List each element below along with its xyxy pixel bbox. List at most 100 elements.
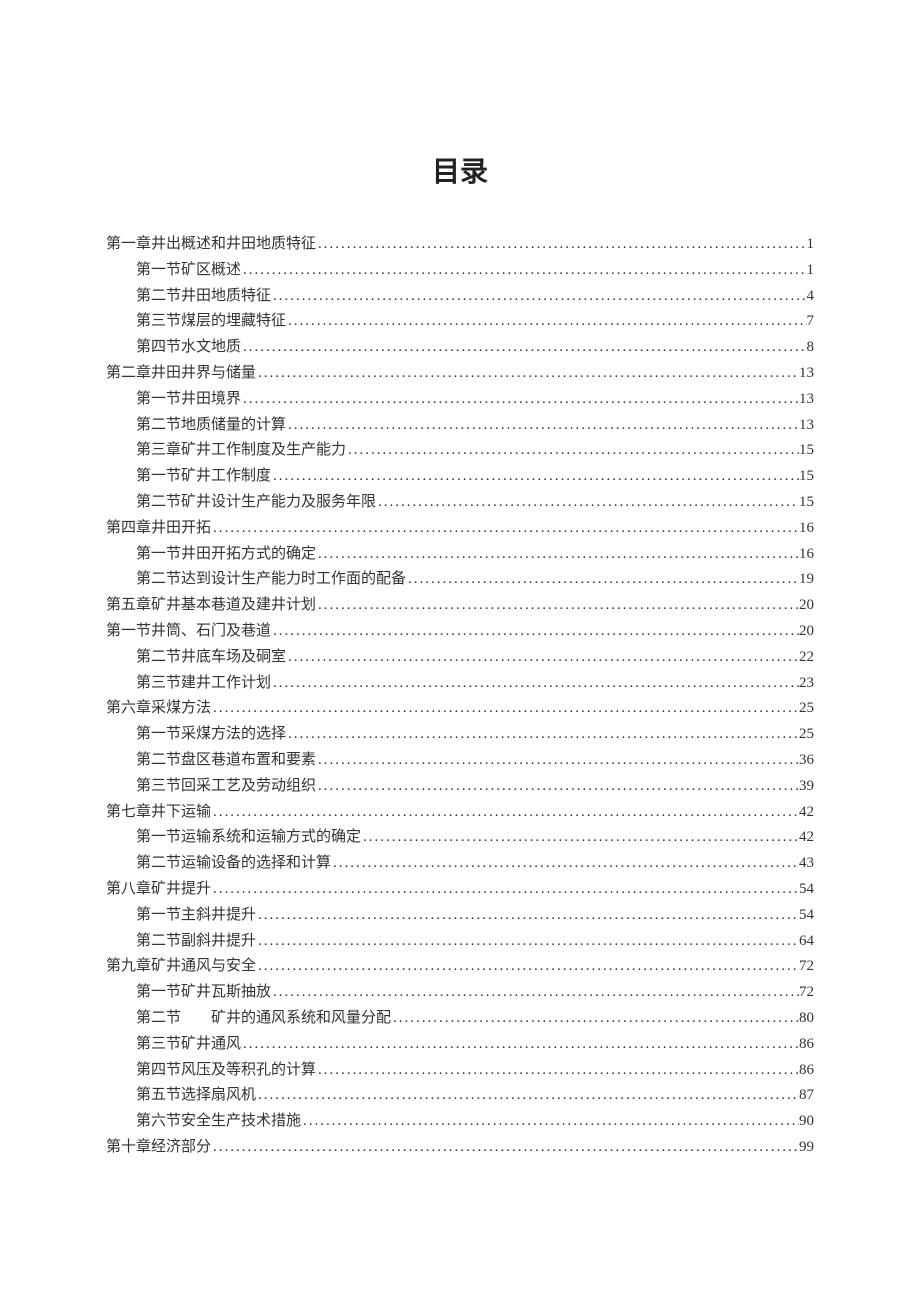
- toc-entry: 第五章矿井基本巷道及建井计划20: [106, 593, 814, 619]
- toc-entry-page: 15: [799, 438, 814, 464]
- toc-entry-page: 54: [799, 877, 814, 903]
- toc-entry: 第一节矿井工作制度15: [106, 464, 814, 490]
- toc-entry-label: 第二节运输设备的选择和计算: [136, 851, 331, 877]
- toc-entry-label: 第一节主斜井提升: [136, 903, 256, 929]
- toc-entry: 第二章井田井界与储量13: [106, 361, 814, 387]
- toc-entry-label: 第二节副斜井提升: [136, 929, 256, 955]
- toc-entry-page: 25: [799, 722, 814, 748]
- toc-entry-label: 第二节井底车场及硐室: [136, 645, 286, 671]
- toc-leader-dots: [316, 542, 799, 568]
- toc-entry-label: 第六节安全生产技术措施: [136, 1109, 301, 1135]
- toc-entry-label: 第五节选择扇风机: [136, 1083, 256, 1109]
- toc-leader-dots: [316, 232, 806, 258]
- toc-entry-page: 25: [799, 696, 814, 722]
- toc-entry-page: 54: [799, 903, 814, 929]
- toc-leader-dots: [241, 258, 806, 284]
- toc-entry-page: 1: [807, 258, 815, 284]
- toc-entry-page: 86: [799, 1058, 814, 1084]
- toc-entry: 第一节井筒、石门及巷道 20: [106, 619, 814, 645]
- toc-leader-dots: [271, 671, 799, 697]
- toc-entry-page: 42: [799, 800, 814, 826]
- toc-entry-label: 第二节矿井设计生产能力及服务年限: [136, 490, 376, 516]
- toc-entry: 第六节安全生产技术措施90: [106, 1109, 814, 1135]
- toc-entry-page: 23: [799, 671, 814, 697]
- toc-entry: 第三章矿井工作制度及生产能力 15: [106, 438, 814, 464]
- toc-entry-page: 20: [799, 619, 814, 645]
- toc-entry: 第四章井田开拓 16: [106, 516, 814, 542]
- toc-entry: 第三节建井工作计划 23: [106, 671, 814, 697]
- toc-entry: 第三节煤层的埋藏特征 7: [106, 309, 814, 335]
- toc-leader-dots: [256, 1083, 799, 1109]
- toc-entry: 第二节达到设计生产能力时工作面的配备19: [106, 567, 814, 593]
- toc-entry-label: 第三节建井工作计划: [136, 671, 271, 697]
- toc-entry-label: 第三章矿井工作制度及生产能力: [136, 438, 346, 464]
- table-of-contents: 第一章井出概述和井田地质特征1第一节矿区概述1第二节井田地质特征4第三节煤层的埋…: [106, 232, 814, 1161]
- toc-leader-dots: [316, 748, 799, 774]
- toc-entry-page: 15: [799, 490, 814, 516]
- toc-entry-label: 第一节运输系统和运输方式的确定: [136, 825, 361, 851]
- toc-entry: 第三节矿井通风 86: [106, 1032, 814, 1058]
- toc-entry-page: 7: [807, 309, 815, 335]
- toc-entry-page: 16: [799, 516, 814, 542]
- toc-entry: 第一章井出概述和井田地质特征 1: [106, 232, 814, 258]
- toc-leader-dots: [301, 1109, 799, 1135]
- toc-entry: 第四节水文地质8: [106, 335, 814, 361]
- toc-leader-dots: [406, 567, 799, 593]
- toc-entry-page: 4: [807, 284, 815, 310]
- toc-entry-page: 13: [799, 413, 814, 439]
- toc-leader-dots: [361, 825, 799, 851]
- toc-entry: 第一节井田开拓方式的确定 16: [106, 542, 814, 568]
- toc-leader-dots: [241, 335, 806, 361]
- toc-entry-label: 第二节 矿井的通风系统和风量分配: [136, 1006, 391, 1032]
- toc-entry-page: 39: [799, 774, 814, 800]
- toc-entry-label: 第十章经济部分: [106, 1135, 211, 1161]
- toc-entry-page: 1: [807, 232, 815, 258]
- toc-entry-label: 第九章矿井通风与安全: [106, 954, 256, 980]
- toc-entry-label: 第二节地质储量的计算: [136, 413, 286, 439]
- toc-entry: 第二节井田地质特征4: [106, 284, 814, 310]
- toc-leader-dots: [391, 1006, 799, 1032]
- toc-leader-dots: [271, 284, 806, 310]
- toc-leader-dots: [271, 464, 799, 490]
- toc-entry-page: 43: [799, 851, 814, 877]
- toc-entry-page: 16: [799, 542, 814, 568]
- toc-leader-dots: [211, 516, 799, 542]
- toc-entry: 第二节地质储量的计算 13: [106, 413, 814, 439]
- toc-entry-page: 86: [799, 1032, 814, 1058]
- toc-entry: 第二节运输设备的选择和计算 43: [106, 851, 814, 877]
- toc-entry: 第十章经济部分 99: [106, 1135, 814, 1161]
- toc-entry-label: 第一章井出概述和井田地质特征: [106, 232, 316, 258]
- toc-entry: 第九章矿井通风与安全 72: [106, 954, 814, 980]
- toc-entry-page: 15: [799, 464, 814, 490]
- toc-entry: 第八章矿井提升 54: [106, 877, 814, 903]
- toc-entry-page: 36: [799, 748, 814, 774]
- toc-leader-dots: [316, 593, 799, 619]
- toc-leader-dots: [211, 696, 799, 722]
- toc-entry-label: 第八章矿井提升: [106, 877, 211, 903]
- toc-leader-dots: [211, 877, 799, 903]
- toc-entry-label: 第四章井田开拓: [106, 516, 211, 542]
- toc-leader-dots: [286, 309, 806, 335]
- toc-entry-label: 第一节采煤方法的选择: [136, 722, 286, 748]
- toc-entry-label: 第二章井田井界与储量: [106, 361, 256, 387]
- toc-leader-dots: [331, 851, 799, 877]
- toc-entry: 第一节运输系统和运输方式的确定42: [106, 825, 814, 851]
- toc-entry-page: 72: [799, 980, 814, 1006]
- toc-entry-label: 第六章采煤方法: [106, 696, 211, 722]
- toc-entry-page: 80: [799, 1006, 814, 1032]
- toc-entry: 第二节盘区巷道布置和要素36: [106, 748, 814, 774]
- toc-entry-page: 64: [799, 929, 814, 955]
- toc-entry-label: 第一节矿井瓦斯抽放: [136, 980, 271, 1006]
- toc-entry-label: 第一节井田境界: [136, 387, 241, 413]
- toc-entry-page: 72: [799, 954, 814, 980]
- toc-entry-label: 第三节煤层的埋藏特征: [136, 309, 286, 335]
- toc-entry: 第二节副斜井提升 64: [106, 929, 814, 955]
- toc-leader-dots: [211, 800, 799, 826]
- toc-entry: 第一节采煤方法的选择 25: [106, 722, 814, 748]
- toc-entry: 第一节矿井瓦斯抽放 72: [106, 980, 814, 1006]
- toc-entry-label: 第一节井田开拓方式的确定: [136, 542, 316, 568]
- toc-entry: 第二节矿井设计生产能力及服务年限 15: [106, 490, 814, 516]
- toc-entry-page: 99: [799, 1135, 814, 1161]
- toc-entry-label: 第一节井筒、石门及巷道: [106, 619, 271, 645]
- toc-entry-label: 第三节矿井通风: [136, 1032, 241, 1058]
